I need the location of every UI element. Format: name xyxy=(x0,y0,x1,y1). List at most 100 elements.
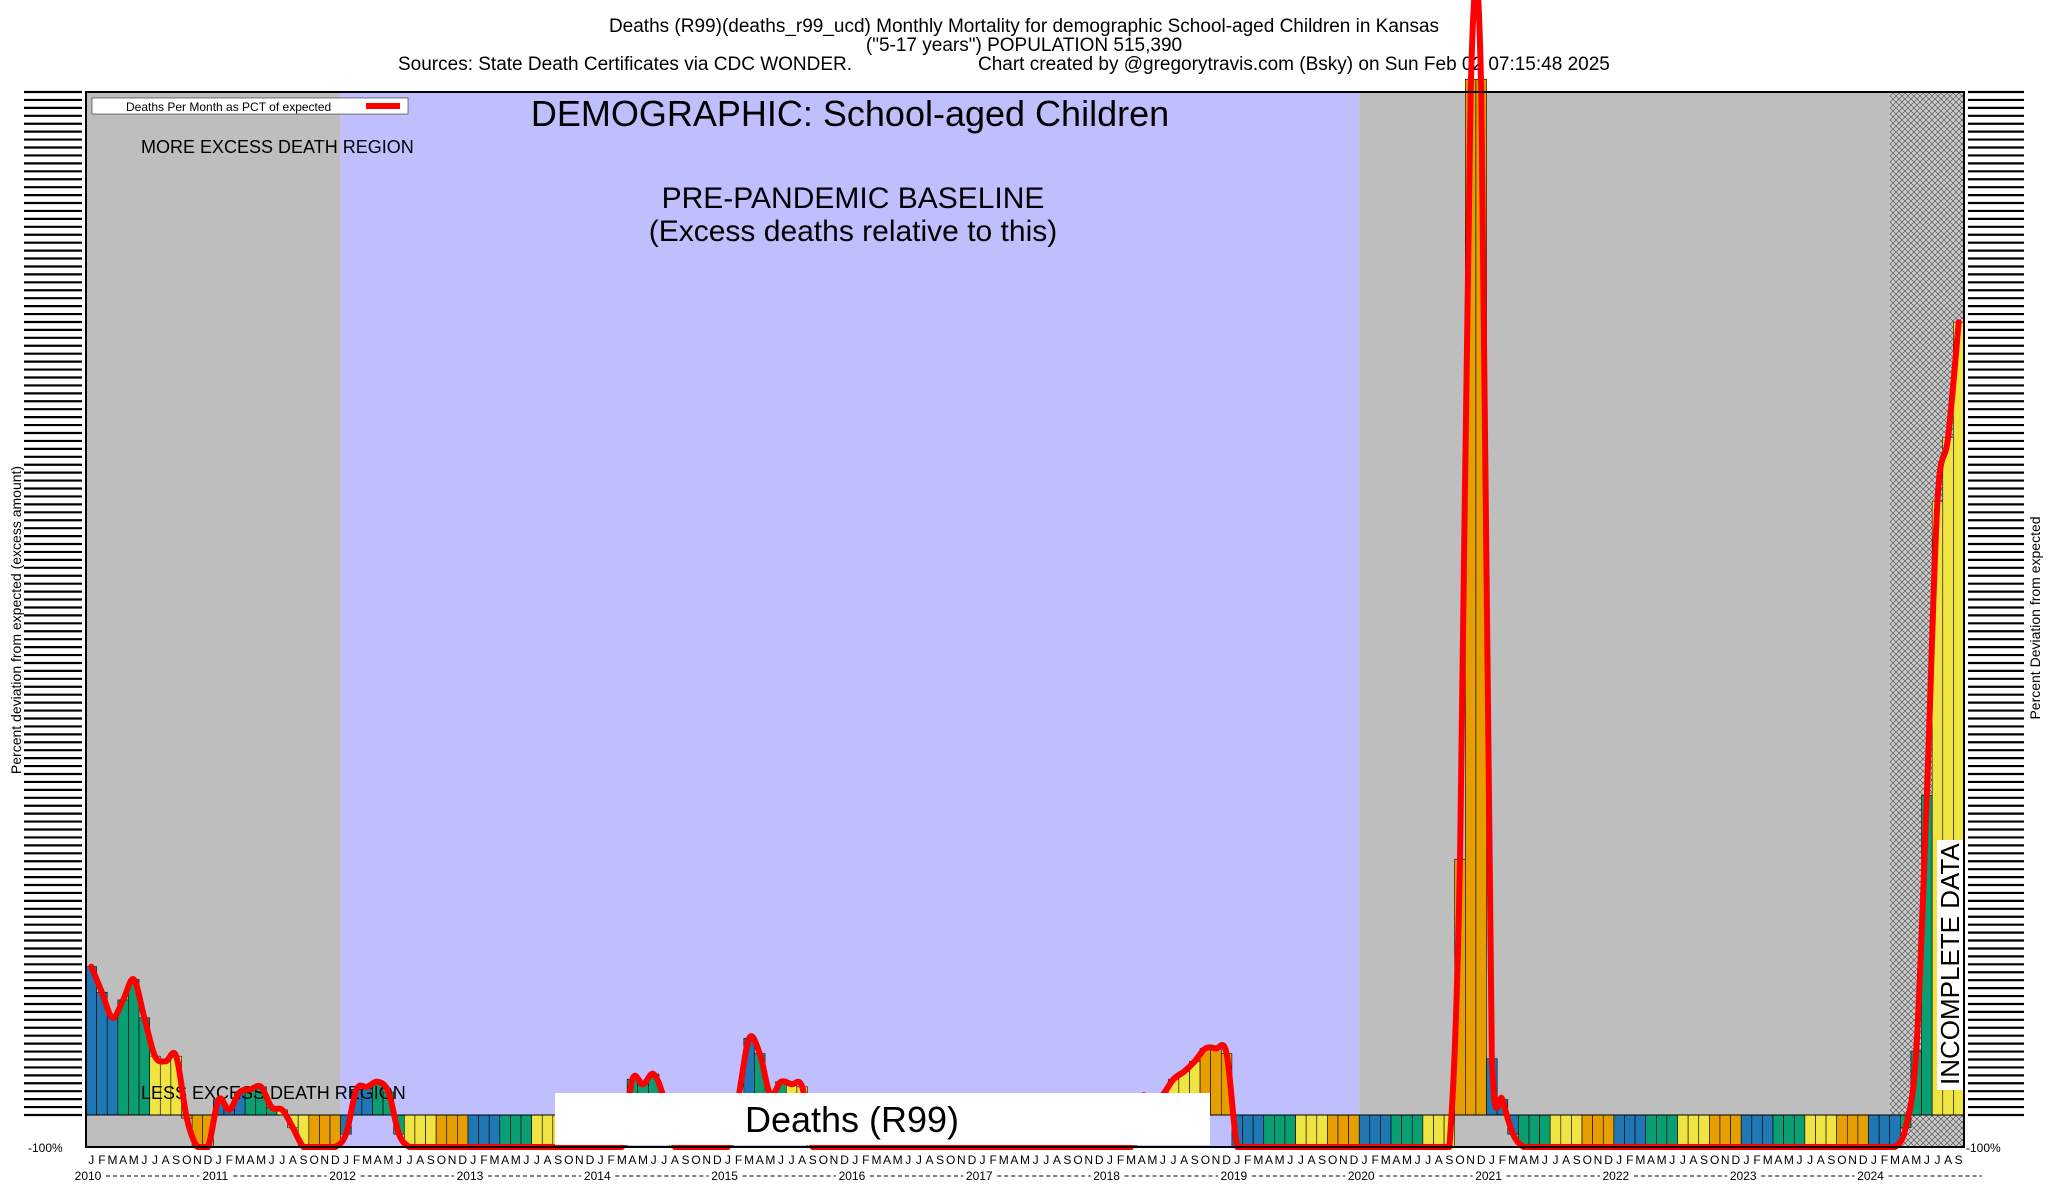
x-tick-label: N xyxy=(320,1153,329,1167)
x-tick-label: S xyxy=(1445,1153,1453,1167)
chart-sources: Sources: State Death Certificates via CD… xyxy=(398,54,852,75)
x-tick-label: N xyxy=(1339,1153,1348,1167)
x-tick-label: N xyxy=(1848,1153,1857,1167)
x-tick-label: J xyxy=(905,1153,911,1167)
bar-158 xyxy=(1762,1114,1774,1148)
bar-121 xyxy=(1369,1114,1381,1148)
bar-31 xyxy=(414,1114,426,1148)
x-tick-label: F xyxy=(98,1153,105,1167)
x-tick-label: O xyxy=(1583,1153,1592,1167)
x-tick-label: A xyxy=(501,1153,509,1167)
x-tick-label: J xyxy=(523,1153,529,1167)
y-axis-right xyxy=(1968,90,2024,1117)
bar-33 xyxy=(435,1114,448,1148)
x-tick-label: F xyxy=(1881,1153,1888,1167)
bar-153 xyxy=(1709,1114,1721,1148)
bar-40 xyxy=(510,1114,522,1148)
x-tick-label: M xyxy=(1126,1153,1136,1167)
x-tick-label: N xyxy=(575,1153,584,1167)
x-tick-label: M xyxy=(1784,1153,1794,1167)
bar-126 xyxy=(1422,1114,1434,1148)
x-tick-label: D xyxy=(840,1153,849,1167)
bar-39 xyxy=(499,1114,511,1148)
cause-label: Deaths (R99) xyxy=(745,1099,959,1140)
x-year-label: 2020 xyxy=(1348,1169,1375,1183)
more-excess-region xyxy=(86,92,341,1147)
bar-122 xyxy=(1380,1114,1392,1148)
x-tick-label: A xyxy=(1520,1153,1528,1167)
x-tick-label: N xyxy=(448,1153,457,1167)
x-tick-label: S xyxy=(1191,1153,1199,1167)
bar-34 xyxy=(446,1114,458,1148)
x-tick-label: M xyxy=(871,1153,881,1167)
x-tick-label: D xyxy=(1859,1153,1868,1167)
post-baseline-region xyxy=(1359,92,1890,1147)
x-tick-label: N xyxy=(1466,1153,1475,1167)
bar-117 xyxy=(1327,1114,1339,1148)
x-year-label: 2024 xyxy=(1857,1169,1884,1183)
bar-147 xyxy=(1645,1114,1657,1148)
x-tick-label: J xyxy=(1680,1153,1686,1167)
x-tick-label: J xyxy=(1107,1153,1113,1167)
x-tick-label: D xyxy=(1350,1153,1359,1167)
x-tick-label: A xyxy=(1392,1153,1400,1167)
bar-139 xyxy=(1560,1114,1572,1148)
baseline-label-line2: (Excess deaths relative to this) xyxy=(649,215,1058,248)
x-tick-label: J xyxy=(152,1153,158,1167)
bar-21 xyxy=(308,1114,320,1148)
x-tick-label: J xyxy=(1553,1153,1559,1167)
bar-168 xyxy=(1868,1114,1880,1148)
bar-127 xyxy=(1433,1114,1445,1148)
bar-41 xyxy=(520,1114,532,1148)
x-tick-label: J xyxy=(1489,1153,1495,1167)
x-tick-label: J xyxy=(1287,1153,1293,1167)
x-tick-label: S xyxy=(936,1153,944,1167)
x-tick-label: A xyxy=(756,1153,764,1167)
bar-148 xyxy=(1656,1114,1668,1148)
x-tick-label: J xyxy=(1924,1153,1930,1167)
x-tick-label: S xyxy=(681,1153,689,1167)
x-tick-label: N xyxy=(957,1153,966,1167)
y-axis-right-bottom-tick: -100% xyxy=(1966,1141,2001,1155)
bar-151 xyxy=(1687,1114,1700,1148)
bar-169 xyxy=(1878,1114,1891,1148)
x-tick-label: A xyxy=(1053,1153,1061,1167)
x-year-label: 2016 xyxy=(839,1169,866,1183)
x-tick-label: M xyxy=(999,1153,1009,1167)
x-tick-label: J xyxy=(980,1153,986,1167)
x-tick-label: J xyxy=(1797,1153,1803,1167)
x-tick-label: O xyxy=(819,1153,828,1167)
x-year-label: 2021 xyxy=(1475,1169,1502,1183)
bar-38 xyxy=(488,1114,501,1148)
bar-146 xyxy=(1634,1114,1646,1148)
bar-118 xyxy=(1337,1114,1349,1148)
x-tick-label: O xyxy=(1455,1153,1464,1167)
x-tick-label: N xyxy=(1084,1153,1093,1167)
x-tick-label: F xyxy=(1371,1153,1378,1167)
x-tick-label: N xyxy=(1594,1153,1603,1167)
x-tick-label: J xyxy=(1669,1153,1675,1167)
bar-115 xyxy=(1305,1114,1318,1148)
x-tick-label: A xyxy=(628,1153,636,1167)
y-axis-left xyxy=(24,90,82,1117)
x-tick-label: J xyxy=(725,1153,731,1167)
bar-157 xyxy=(1751,1114,1763,1148)
bar-141 xyxy=(1581,1114,1593,1148)
x-tick-label: J xyxy=(470,1153,476,1167)
x-tick-label: J xyxy=(1362,1153,1368,1167)
x-tick-label: M xyxy=(1529,1153,1539,1167)
x-tick-label: M xyxy=(744,1153,754,1167)
x-tick-label: A xyxy=(289,1153,297,1167)
x-tick-label: O xyxy=(1201,1153,1210,1167)
x-tick-label: A xyxy=(1138,1153,1146,1167)
x-tick-label: A xyxy=(1774,1153,1782,1167)
x-tick-label: F xyxy=(1117,1153,1124,1167)
x-tick-label: S xyxy=(1063,1153,1071,1167)
bar-142 xyxy=(1592,1114,1604,1148)
x-tick-label: J xyxy=(651,1153,657,1167)
bar-36 xyxy=(467,1114,479,1148)
x-tick-label: S xyxy=(1318,1153,1326,1167)
x-tick-label: A xyxy=(1307,1153,1315,1167)
bar-152 xyxy=(1698,1114,1710,1148)
bar-110 xyxy=(1252,1114,1265,1148)
